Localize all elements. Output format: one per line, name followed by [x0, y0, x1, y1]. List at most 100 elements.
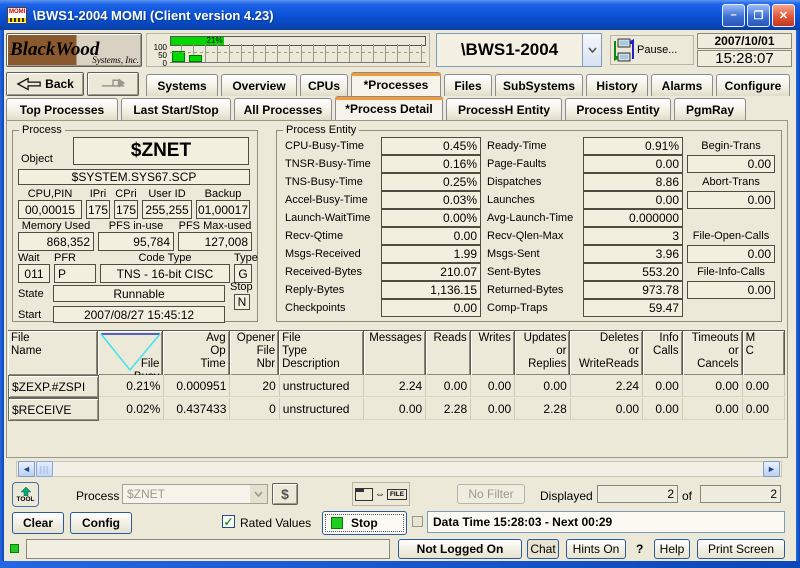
- chat-button[interactable]: Chat: [527, 539, 559, 559]
- data-time-field: Data Time 15:28:03 - Next 00:29: [427, 511, 785, 533]
- tab-configure[interactable]: Configure: [716, 74, 790, 96]
- pfr-value: P: [54, 264, 96, 283]
- entity-label: Launches: [487, 194, 535, 206]
- chart-bar: [172, 51, 185, 62]
- minimize-button[interactable]: –: [722, 4, 745, 27]
- tab-cpus[interactable]: CPUs: [300, 74, 348, 96]
- entity-value: 0.25%: [381, 173, 481, 191]
- column-header-messages[interactable]: Messages: [364, 330, 426, 375]
- logo-text: BlackWood: [10, 39, 99, 61]
- tool-button[interactable]: TOOL: [12, 482, 39, 507]
- cell: 0.00: [643, 398, 683, 420]
- wait-value: 011: [18, 264, 50, 283]
- scroll-right-arrow[interactable]: ►: [763, 461, 780, 477]
- horizontal-scrollbar[interactable]: ◄ ||| ►: [16, 461, 782, 477]
- window-icon: [355, 488, 373, 501]
- file-name-cell[interactable]: $ZEXP.#ZSPI: [8, 375, 99, 398]
- cell: 20: [230, 375, 279, 397]
- title-bar[interactable]: MOMI \BWS1-2004 MOMI (Client version 4.2…: [0, 0, 800, 30]
- stop-button[interactable]: Stop: [322, 511, 407, 535]
- entity-value: 0.00: [583, 191, 683, 209]
- forward-button[interactable]: [87, 72, 139, 96]
- scroll-left-arrow[interactable]: ◄: [18, 461, 35, 477]
- entity-label: Launch-WaitTime: [285, 212, 370, 224]
- question-mark-label: ?: [636, 542, 643, 556]
- process-selector-dropdown[interactable]: $ZNET: [122, 484, 268, 504]
- state-value: Runnable: [53, 285, 225, 302]
- help-button[interactable]: Help: [654, 539, 690, 559]
- cell: 2.28: [515, 398, 571, 420]
- forward-arrow-icon: [100, 77, 126, 91]
- back-arrow-icon: [16, 77, 42, 91]
- tab-alarms[interactable]: Alarms: [651, 74, 713, 96]
- column-header-avg-op-time[interactable]: Avg Op Time: [163, 330, 229, 375]
- object-label: Object: [21, 153, 53, 165]
- rated-values-checkbox[interactable]: ✓: [222, 515, 235, 528]
- column-header-info-calls[interactable]: Info Calls: [643, 330, 683, 375]
- entity-value: 0.00: [687, 245, 775, 263]
- data-time-checkbox[interactable]: [412, 516, 423, 527]
- not-logged-on-button[interactable]: Not Logged On: [398, 539, 522, 559]
- window-title: \BWS1-2004 MOMI (Client version 4.23): [33, 8, 274, 23]
- table-row[interactable]: $RECEIVE 0.02% 0.437433 0 unstructured 0…: [8, 398, 785, 421]
- subtab-last-start-stop[interactable]: Last Start/Stop: [121, 98, 231, 120]
- momi-icon-stripe: [8, 18, 26, 22]
- tab-files[interactable]: Files: [444, 74, 492, 96]
- entity-value: 3: [583, 227, 683, 245]
- entity-value: 973.78: [583, 281, 683, 299]
- hints-button[interactable]: Hints On: [566, 539, 626, 559]
- column-header-file-busy-time[interactable]: File Busy Time: [98, 330, 163, 375]
- tab-systems[interactable]: Systems: [146, 74, 218, 96]
- stop-button-label: Stop: [351, 516, 378, 530]
- displayed-count-field: 2: [597, 485, 678, 503]
- column-header-deletes[interactable]: Deletes or WriteReads: [570, 330, 642, 375]
- column-header-clipped[interactable]: M C: [743, 330, 785, 375]
- memory-used-label: Memory Used: [18, 220, 94, 232]
- entity-value: 0.91%: [583, 137, 683, 155]
- file-name-cell[interactable]: $RECEIVE: [8, 398, 99, 421]
- column-header-opener-file-nbr[interactable]: Opener File Nbr: [230, 330, 279, 375]
- subtab-top-processes[interactable]: Top Processes: [6, 98, 118, 120]
- pause-button[interactable]: Pause...: [610, 35, 694, 65]
- column-header-timeouts[interactable]: Timeouts or Cancels: [683, 330, 743, 375]
- tab-processes[interactable]: *Processes: [351, 72, 441, 96]
- close-button[interactable]: ✕: [772, 4, 795, 27]
- subtab-all-processes[interactable]: All Processes: [234, 98, 332, 120]
- entity-label: Msgs-Sent: [487, 248, 540, 260]
- cpu-pin-label: CPU,PIN: [18, 188, 82, 200]
- clear-button[interactable]: Clear: [12, 512, 64, 534]
- back-button[interactable]: Back: [6, 72, 84, 96]
- start-value: 2007/08/27 15:45:12: [53, 306, 225, 323]
- tab-history[interactable]: History: [586, 74, 648, 96]
- subtab-processh-entity[interactable]: ProcessH Entity: [446, 98, 562, 120]
- subtab-pgmray[interactable]: PgmRay: [674, 98, 746, 120]
- of-label: of: [682, 489, 692, 503]
- column-header-file-type[interactable]: File Type Description: [279, 330, 364, 375]
- pause-computers-icon: [611, 37, 637, 63]
- window-file-toggle-button[interactable]: ⇔ FILE: [352, 482, 410, 506]
- maximize-button[interactable]: ❐: [747, 4, 770, 27]
- column-header-file-name[interactable]: File Name: [8, 330, 98, 375]
- cell: 0.00: [743, 398, 785, 420]
- config-button[interactable]: Config: [70, 512, 132, 534]
- table-row[interactable]: $ZEXP.#ZSPI 0.21% 0.000951 20 unstructur…: [8, 375, 785, 398]
- entity-value: 0.00: [381, 227, 481, 245]
- scrollbar-thumb[interactable]: |||: [36, 461, 53, 477]
- column-header-writes[interactable]: Writes: [471, 330, 515, 375]
- column-header-updates[interactable]: Updates or Replies: [515, 330, 571, 375]
- subtab-process-entity[interactable]: Process Entity: [565, 98, 671, 120]
- no-filter-button[interactable]: No Filter: [457, 484, 525, 504]
- print-screen-button[interactable]: Print Screen: [697, 539, 785, 559]
- subtab-process-detail[interactable]: *Process Detail: [335, 96, 443, 120]
- ipri-label: IPri: [86, 188, 110, 200]
- column-header-reads[interactable]: Reads: [426, 330, 471, 375]
- memory-used-value: 868,352: [18, 232, 94, 251]
- time-display: 15:28:07: [697, 50, 792, 67]
- system-selector[interactable]: \BWS1-2004: [436, 33, 602, 67]
- tab-subsystems[interactable]: SubSystems: [495, 74, 583, 96]
- chevron-down-icon[interactable]: [582, 34, 601, 66]
- dollar-format-button[interactable]: $: [272, 483, 298, 505]
- process-entity-group: Process Entity CPU-Busy-Time TNSR-Busy-T…: [276, 130, 782, 322]
- tab-overview[interactable]: Overview: [221, 74, 297, 96]
- cell: 0.00: [471, 375, 515, 397]
